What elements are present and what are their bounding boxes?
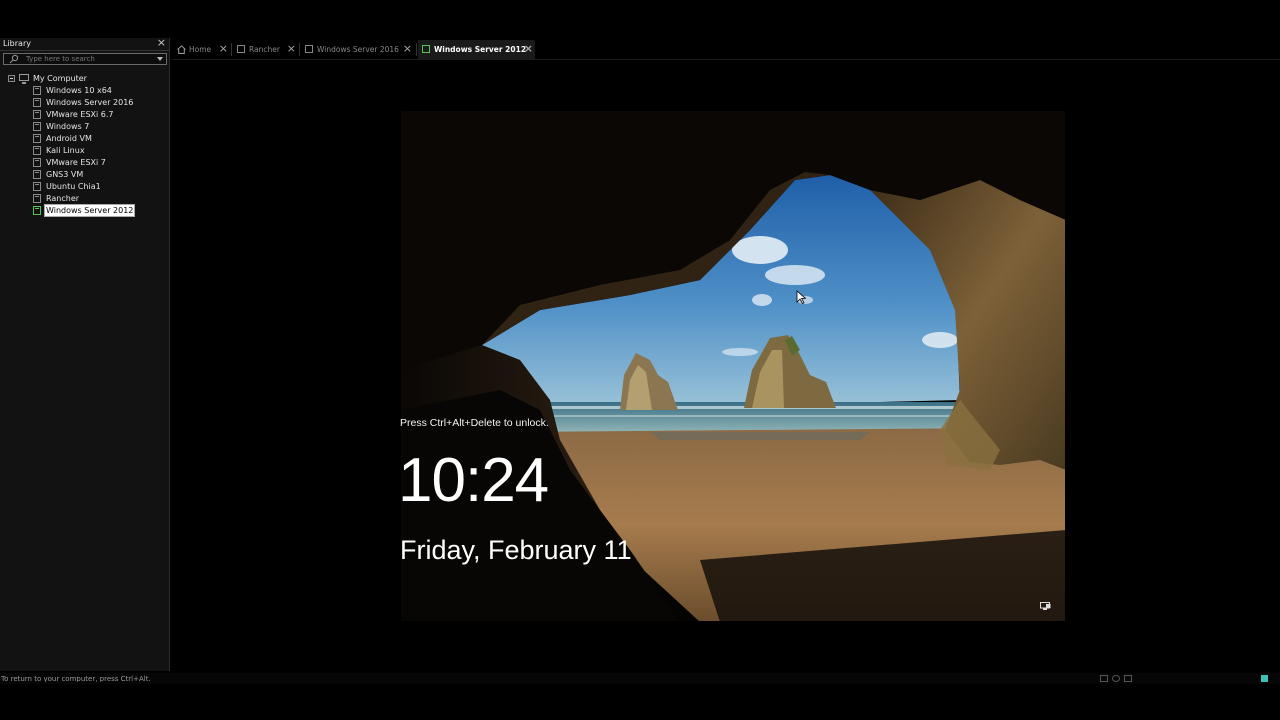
status-indicator-icon[interactable]: [1261, 675, 1268, 682]
tab-label: Windows Server 2012: [434, 45, 527, 54]
vm-console-view[interactable]: Press Ctrl+Alt+Delete to unlock. 10:24 F…: [172, 59, 1280, 671]
lock-screen-date: Friday, February 11: [400, 535, 632, 565]
status-hint: To return to your computer, press Ctrl+A…: [1, 675, 151, 682]
vm-label: Android VM: [46, 134, 92, 143]
vm-label: Ubuntu Chia1: [46, 182, 101, 191]
device-icon[interactable]: [1124, 675, 1132, 682]
status-device-icons: [1100, 675, 1270, 683]
unlock-prompt: Press Ctrl+Alt+Delete to unlock.: [400, 417, 549, 429]
tab-close-button[interactable]: ×: [403, 42, 412, 55]
tab-label: Windows Server 2016: [317, 45, 399, 54]
vm-label: Windows 10 x64: [46, 86, 112, 95]
vm-label: GNS3 VM: [46, 170, 84, 179]
vm-running-icon: [33, 206, 41, 215]
device-icon[interactable]: [1100, 675, 1108, 682]
vm-icon: [33, 86, 41, 95]
tab-separator: [416, 43, 417, 56]
vm-label: Kali Linux: [46, 146, 85, 155]
device-icon[interactable]: [1112, 675, 1120, 682]
tab-windows-server-2016[interactable]: Windows Server 2016 ×: [301, 40, 414, 59]
vm-label: Windows Server 2016: [46, 98, 134, 107]
network-icon[interactable]: [1040, 602, 1051, 611]
vm-icon: [33, 110, 41, 119]
windows-lock-screen[interactable]: Press Ctrl+Alt+Delete to unlock. 10:24 F…: [400, 110, 1066, 622]
library-header: Library ×: [0, 37, 169, 51]
tab-bar: Home × Rancher × Windows Server 2016 × W…: [173, 40, 1273, 59]
vm-label: Windows 7: [46, 122, 90, 131]
vm-icon: [33, 182, 41, 191]
tab-close-button[interactable]: ×: [219, 42, 228, 55]
computer-icon: [19, 74, 29, 84]
tab-close-button[interactable]: ×: [287, 42, 296, 55]
tab-home[interactable]: Home ×: [173, 40, 230, 59]
mouse-pointer-icon: [796, 290, 806, 304]
vm-label: VMware ESXi 6.7: [46, 110, 114, 119]
search-dropdown-chevron-icon[interactable]: [157, 57, 163, 61]
home-icon: [177, 45, 186, 54]
library-title: Library: [3, 39, 31, 48]
vm-icon: [33, 122, 41, 131]
vm-icon: [33, 146, 41, 155]
vm-label: Windows Server 2012: [43, 204, 136, 217]
vm-icon: [33, 170, 41, 179]
tab-separator: [231, 43, 232, 56]
vm-icon: [237, 45, 245, 53]
tree-root-label: My Computer: [33, 74, 87, 83]
vm-icon: [33, 134, 41, 143]
search-icon: [9, 54, 19, 64]
vm-running-icon: [422, 45, 430, 53]
vm-icon: [305, 45, 313, 53]
tab-label: Rancher: [249, 45, 280, 54]
tab-rancher[interactable]: Rancher ×: [233, 40, 298, 59]
vm-icon: [33, 194, 41, 203]
vm-label: VMware ESXi 7: [46, 158, 106, 167]
tab-separator: [299, 43, 300, 56]
library-search-box[interactable]: [3, 53, 167, 65]
lock-screen-time: 10:24: [400, 446, 549, 515]
library-close-button[interactable]: ×: [157, 37, 166, 49]
tab-close-button[interactable]: ×: [524, 42, 533, 55]
vm-icon: [33, 98, 41, 107]
vm-icon: [33, 158, 41, 167]
tab-windows-server-2012[interactable]: Windows Server 2012 ×: [418, 40, 535, 59]
library-panel: Library × My Computer Windows 10 x64 Wind…: [0, 37, 170, 671]
vm-label: Rancher: [46, 194, 80, 203]
tab-label: Home: [189, 45, 212, 54]
collapse-icon[interactable]: [8, 75, 15, 82]
library-search-input[interactable]: [26, 54, 150, 64]
status-bar: To return to your computer, press Ctrl+A…: [0, 673, 1280, 684]
